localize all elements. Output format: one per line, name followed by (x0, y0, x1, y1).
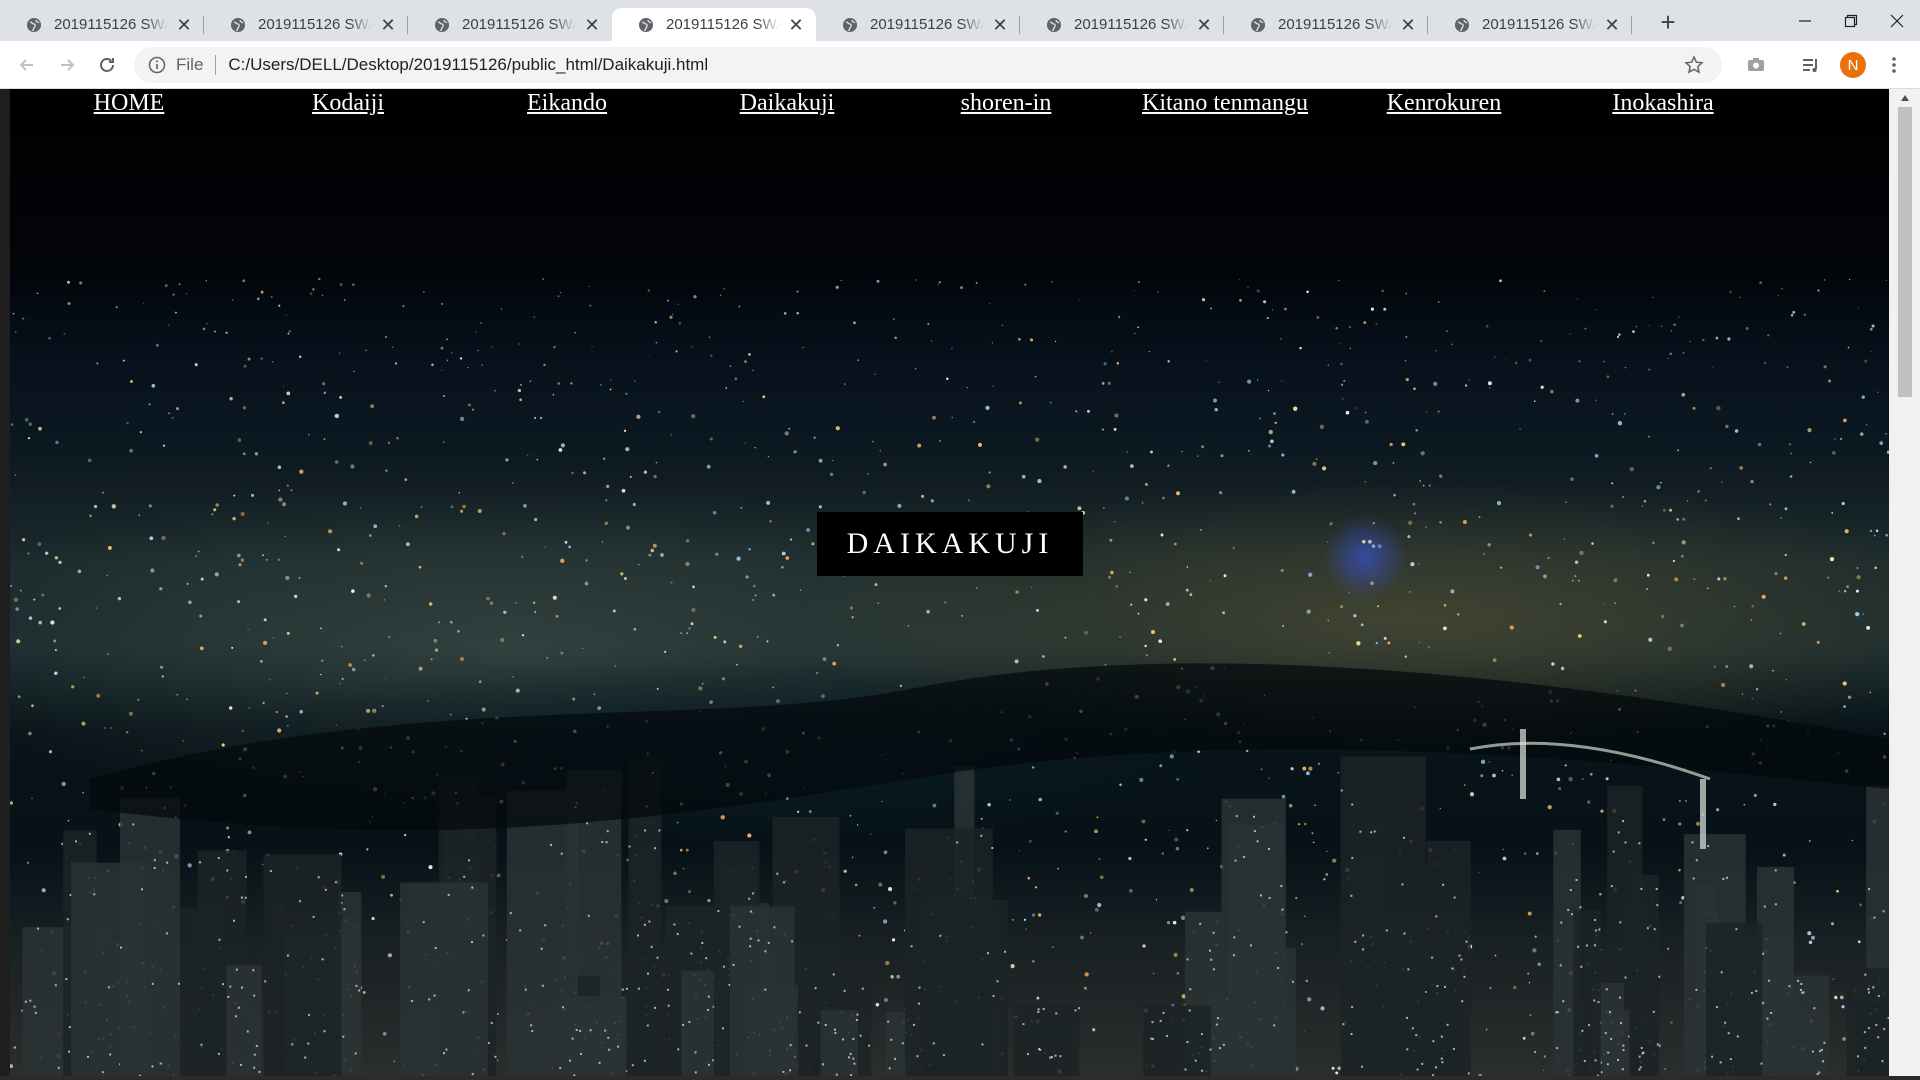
playlist-icon (1803, 59, 1817, 73)
back-button[interactable] (13, 51, 41, 79)
info-icon[interactable] (148, 56, 166, 74)
tab-close-button[interactable]: ✕ (990, 15, 1010, 35)
browser-tab[interactable]: 2019115126 SWAN ✕ (1020, 8, 1224, 41)
avatar: N (1840, 52, 1866, 78)
tab-separator (1631, 16, 1632, 34)
address-bar[interactable]: File C:/Users/DELL/Desktop/2019115126/pu… (134, 47, 1722, 83)
media-control-button[interactable] (1797, 51, 1825, 79)
tab-title: 2019115126 SWAN (666, 16, 780, 33)
tab-title: 2019115126 SWAN (1074, 16, 1188, 33)
address-divider (215, 55, 217, 75)
browser-tab[interactable]: 2019115126 SWAN ✕ (1224, 8, 1428, 41)
tab-title: 2019115126 SWAN (258, 16, 372, 33)
globe-icon (435, 17, 449, 32)
window-controls (1782, 0, 1920, 41)
globe-icon (843, 17, 857, 32)
browser-tab[interactable]: 2019115126 SWAN ✕ (204, 8, 408, 41)
page-viewport: HOME Kodaiji Eikando Daikakuji shoren-in… (10, 89, 1889, 1076)
tab-title: 2019115126 SWAN (54, 16, 168, 33)
screenshot-button[interactable] (1742, 51, 1770, 79)
tab-close-button[interactable]: ✕ (378, 15, 398, 35)
site-nav: HOME Kodaiji Eikando Daikakuji shoren-in… (10, 89, 1889, 129)
more-vert-icon (1892, 57, 1896, 73)
nav-link-shoren-in[interactable]: shoren-in (896, 89, 1116, 117)
url-text[interactable]: C:/Users/DELL/Desktop/2019115126/public_… (228, 55, 708, 75)
arrow-right-icon (61, 59, 75, 71)
minimize-button[interactable] (1782, 0, 1828, 41)
night-city-skyline-image (10, 277, 1889, 1076)
globe-icon (27, 17, 41, 32)
arrow-left-icon (19, 59, 33, 71)
nav-link-inokashira[interactable]: Inokashira (1553, 89, 1773, 117)
nav-link-kitano-tenmangu[interactable]: Kitano tenmangu (1115, 89, 1335, 117)
tab-title: 2019115126 SWAN (870, 16, 984, 33)
browser-tab[interactable]: 2019115126 SWAN ✕ (816, 8, 1020, 41)
page-title: DAIKAKUJI (817, 512, 1083, 576)
tab-title: 2019115126 SWAN (1278, 16, 1392, 33)
close-window-button[interactable] (1874, 0, 1920, 41)
nav-link-eikando[interactable]: Eikando (457, 89, 677, 117)
nav-link-home[interactable]: HOME (19, 89, 239, 117)
tab-close-button[interactable]: ✕ (1194, 15, 1214, 35)
tab-close-button[interactable]: ✕ (582, 15, 602, 35)
browser-tab[interactable]: 2019115126 SWAN ✕ (408, 8, 612, 41)
browser-tab[interactable]: 2019115126 SWAN ✕ (1428, 8, 1632, 41)
tab-title: 2019115126 SWAN (462, 16, 576, 33)
nav-link-kodaiji[interactable]: Kodaiji (238, 89, 458, 117)
tab-title: 2019115126 SWAN (1482, 16, 1596, 33)
triangle-up-icon (1900, 94, 1909, 101)
menu-button[interactable] (1880, 51, 1908, 79)
tab-close-button[interactable]: ✕ (174, 15, 194, 35)
globe-icon (231, 17, 245, 32)
globe-icon (1251, 17, 1265, 32)
window-left-edge (0, 89, 10, 1076)
reload-button[interactable] (93, 51, 121, 79)
nav-link-daikakuji[interactable]: Daikakuji (677, 89, 897, 117)
scroll-up-arrow[interactable] (1889, 89, 1920, 106)
reload-icon (100, 58, 114, 72)
forward-button[interactable] (53, 51, 81, 79)
tab-close-button[interactable]: ✕ (786, 15, 806, 35)
tab-close-button[interactable]: ✕ (1602, 15, 1622, 35)
profile-button[interactable]: N (1839, 51, 1867, 79)
restore-button[interactable] (1828, 0, 1874, 41)
nav-link-kenrokuren[interactable]: Kenrokuren (1334, 89, 1554, 117)
globe-icon (1455, 17, 1469, 32)
close-icon (1890, 14, 1904, 27)
scrollbar-thumb[interactable] (1898, 107, 1912, 397)
new-tab-button[interactable]: + (1654, 8, 1682, 36)
tab-strip: 2019115126 SWAN✕2019115126 SWAN✕20191151… (0, 0, 1920, 41)
vertical-scrollbar[interactable] (1889, 89, 1920, 1076)
camera-icon (1748, 58, 1764, 71)
tab-close-button[interactable]: ✕ (1398, 15, 1418, 35)
globe-icon (1047, 17, 1061, 32)
restore-icon (1844, 14, 1858, 27)
scheme-label: File (176, 55, 204, 74)
bookmark-star-icon[interactable] (1684, 55, 1704, 75)
browser-toolbar: File C:/Users/DELL/Desktop/2019115126/pu… (0, 41, 1920, 89)
browser-tab[interactable]: 2019115126 SWAN ✕ (612, 8, 816, 41)
globe-icon (639, 17, 653, 32)
minimize-icon (1799, 19, 1811, 22)
browser-tab[interactable]: 2019115126 SWAN ✕ (0, 8, 204, 41)
